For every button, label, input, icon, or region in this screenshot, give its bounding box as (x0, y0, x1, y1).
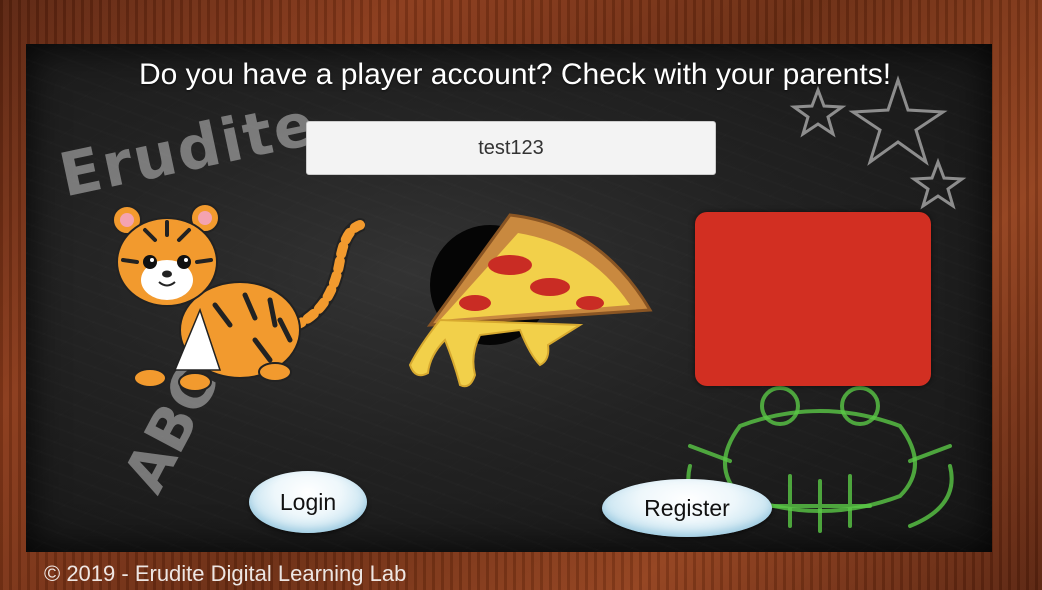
pizza-slice-icon (408, 213, 653, 388)
register-button[interactable]: Register (602, 479, 772, 537)
picture-option-pizza[interactable] (400, 205, 655, 395)
picture-option-red-card[interactable] (695, 212, 931, 386)
player-account-field[interactable] (306, 121, 716, 175)
tiger-icon (112, 203, 367, 392)
prompt-title: Do you have a player account? Check with… (138, 58, 892, 91)
login-screen: Erudite ABC Do you have a player account… (0, 0, 1042, 590)
copyright-footer: © 2019 - Erudite Digital Learning Lab (44, 561, 407, 586)
login-button[interactable]: Login (249, 471, 367, 533)
picture-option-tiger[interactable] (105, 200, 367, 395)
chalk-stars-icon (789, 75, 967, 210)
